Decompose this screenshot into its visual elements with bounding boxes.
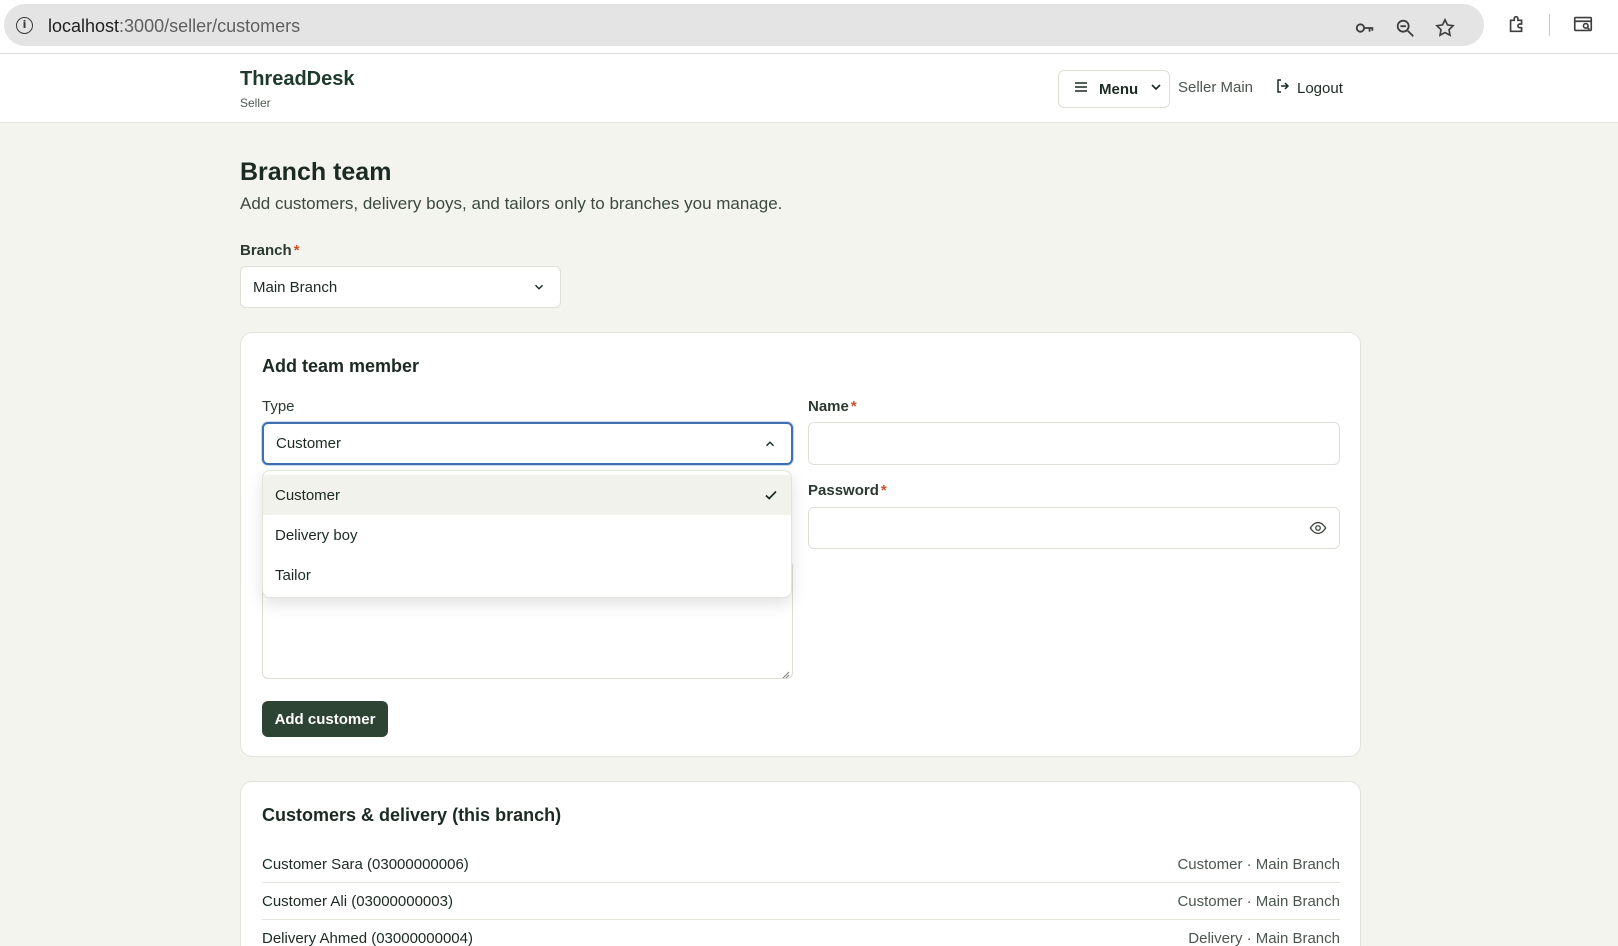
member-name: Customer Sara (03000000006) [262, 856, 469, 873]
members-title: Customers & delivery (this branch) [262, 805, 562, 825]
app-header: ThreadDesk Seller Menu Seller Main Logou… [0, 54, 1618, 123]
brand-name[interactable]: ThreadDesk [240, 68, 355, 91]
type-select[interactable]: Customer [262, 422, 793, 465]
logout-label: Logout [1297, 79, 1343, 97]
logout-button[interactable]: Logout [1275, 78, 1343, 98]
chevron-down-icon [532, 280, 546, 294]
resize-handle-icon[interactable] [780, 666, 790, 679]
name-label: Name * [808, 398, 857, 415]
branch-select[interactable]: Main Branch [240, 266, 561, 308]
hamburger-icon [1073, 79, 1089, 99]
chevron-down-icon [1148, 79, 1164, 99]
key-icon[interactable] [1354, 17, 1376, 39]
password-input[interactable] [808, 507, 1340, 549]
puzzle-icon[interactable] [1506, 13, 1528, 35]
password-label: Password * [808, 482, 887, 499]
option-label: Tailor [275, 566, 311, 584]
zoom-icon[interactable] [1394, 17, 1416, 39]
current-user[interactable]: Seller Main [1178, 79, 1253, 96]
type-label: Type [262, 398, 295, 415]
branch-label: Branch * [240, 242, 300, 259]
member-name: Customer Ali (03000000003) [262, 893, 453, 910]
password-label-text: Password [808, 482, 879, 499]
info-icon[interactable]: i [16, 17, 33, 34]
branch-select-value: Main Branch [253, 278, 338, 296]
toolbar-divider [1549, 14, 1550, 36]
member-name: Delivery Ahmed (03000000004) [262, 930, 473, 946]
address-bar[interactable]: i localhost:3000/seller/customers [4, 4, 1484, 46]
member-meta: Delivery · Main Branch [1188, 930, 1340, 946]
page-title: Branch team [240, 158, 392, 186]
required-mark: * [850, 398, 857, 415]
option-label: Customer [275, 486, 341, 504]
add-member-title: Add team member [262, 356, 420, 376]
add-customer-button[interactable]: Add customer [262, 701, 388, 737]
check-icon [763, 487, 779, 503]
star-icon[interactable] [1434, 17, 1456, 39]
list-item[interactable]: Delivery Ahmed (03000000004) Delivery · … [262, 920, 1340, 946]
page-subtitle: Add customers, delivery boys, and tailor… [240, 194, 783, 213]
eye-icon[interactable] [1309, 519, 1327, 537]
member-meta: Customer · Main Branch [1177, 856, 1340, 873]
name-input[interactable] [808, 422, 1340, 465]
menu-button-label: Menu [1099, 80, 1139, 98]
type-select-value: Customer [276, 435, 342, 452]
name-label-text: Name [808, 398, 849, 415]
option-label: Delivery boy [275, 526, 358, 544]
browser-toolbar: i localhost:3000/seller/customers [0, 0, 1618, 54]
type-option-delivery-boy[interactable]: Delivery boy [263, 515, 791, 555]
list-item[interactable]: Customer Sara (03000000006) Customer · M… [262, 846, 1340, 883]
brand-role: Seller [240, 96, 271, 110]
side-panel-icon[interactable] [1572, 13, 1594, 35]
chevron-up-icon [763, 437, 777, 451]
member-meta: Customer · Main Branch [1177, 893, 1340, 910]
logout-icon [1275, 78, 1291, 98]
required-mark: * [880, 482, 887, 499]
type-option-tailor[interactable]: Tailor [263, 555, 791, 595]
menu-button[interactable]: Menu [1058, 70, 1170, 108]
list-item[interactable]: Customer Ali (03000000003) Customer · Ma… [262, 883, 1340, 920]
branch-label-text: Branch [240, 242, 292, 259]
type-dropdown: Customer Delivery boy Tailor [262, 470, 792, 598]
url-text[interactable]: localhost:3000/seller/customers [48, 16, 300, 37]
type-option-customer[interactable]: Customer [263, 475, 791, 515]
required-mark: * [293, 242, 300, 259]
